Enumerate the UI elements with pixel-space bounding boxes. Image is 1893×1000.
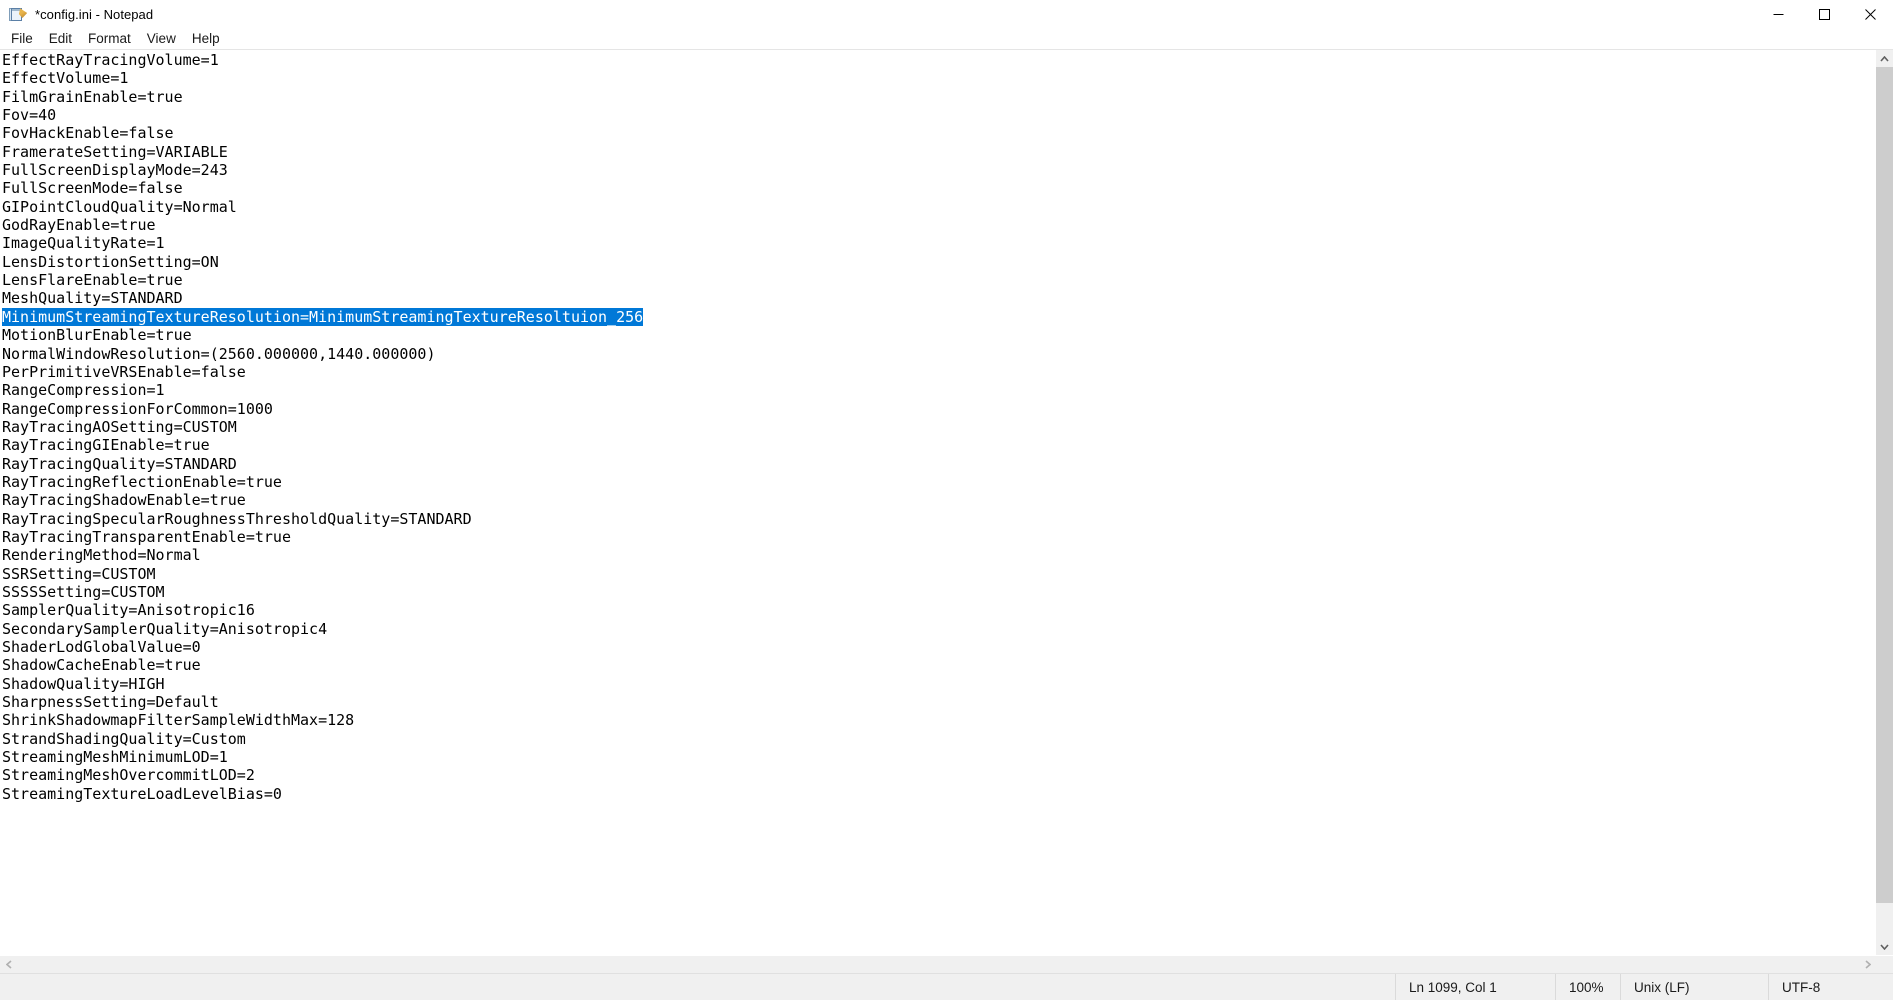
document-line[interactable]: FovHackEnable=false [2,124,1875,142]
document-line[interactable]: RayTracingReflectionEnable=true [2,473,1875,491]
document-line[interactable]: FullScreenDisplayMode=243 [2,161,1875,179]
document-line[interactable]: EffectRayTracingVolume=1 [2,51,1875,69]
minimize-button[interactable] [1755,0,1801,28]
document-line[interactable]: RangeCompression=1 [2,381,1875,399]
document-line[interactable]: MeshQuality=STANDARD [2,289,1875,307]
document-line[interactable]: GodRayEnable=true [2,216,1875,234]
document-line[interactable]: SamplerQuality=Anisotropic16 [2,601,1875,619]
vertical-scrollbar[interactable] [1875,50,1893,955]
title-bar-left: *config.ini - Notepad [0,5,153,23]
notepad-window: *config.ini - Notepad File [0,0,1893,1000]
document-line[interactable]: NormalWindowResolution=(2560.000000,1440… [2,345,1875,363]
horizontal-scrollbar[interactable] [0,955,1893,973]
scroll-right-button[interactable] [1859,956,1876,973]
chevron-left-icon [6,960,12,969]
chevron-up-icon [1880,56,1889,62]
menu-item-file[interactable]: File [3,29,41,49]
document-line[interactable]: RenderingMethod=Normal [2,546,1875,564]
chevron-down-icon [1880,944,1889,950]
document-line[interactable]: Fov=40 [2,106,1875,124]
document-line[interactable]: RayTracingAOSetting=CUSTOM [2,418,1875,436]
maximize-button[interactable] [1801,0,1847,28]
document-line[interactable]: RayTracingGIEnable=true [2,436,1875,454]
scroll-down-button[interactable] [1876,938,1893,955]
document-line[interactable]: FullScreenMode=false [2,179,1875,197]
document-line[interactable]: SecondarySamplerQuality=Anisotropic4 [2,620,1875,638]
document-line[interactable]: LensDistortionSetting=ON [2,253,1875,271]
document-line[interactable]: LensFlareEnable=true [2,271,1875,289]
title-bar: *config.ini - Notepad [0,0,1893,28]
status-cursor-position[interactable]: Ln 1099, Col 1 [1395,974,1555,1000]
menu-bar: File Edit Format View Help [0,28,1893,50]
text-editor[interactable]: EffectRayTracingVolume=1EffectVolume=1Fi… [0,50,1875,955]
document-line[interactable]: GIPointCloudQuality=Normal [2,198,1875,216]
window-controls [1755,0,1893,28]
document-line[interactable]: StreamingMeshMinimumLOD=1 [2,748,1875,766]
document-line[interactable]: ShadowCacheEnable=true [2,656,1875,674]
document-line[interactable]: SSSSSetting=CUSTOM [2,583,1875,601]
selected-text[interactable]: MinimumStreamingTextureResolution=Minimu… [2,308,643,326]
close-button[interactable] [1847,0,1893,28]
horizontal-scroll-track[interactable] [17,956,1859,973]
document-line[interactable]: StrandShadingQuality=Custom [2,730,1875,748]
document-line[interactable]: ShrinkShadowmapFilterSampleWidthMax=128 [2,711,1875,729]
document-line[interactable]: StreamingMeshOvercommitLOD=2 [2,766,1875,784]
window-title: *config.ini - Notepad [35,7,153,22]
document-line[interactable]: RayTracingTransparentEnable=true [2,528,1875,546]
minimize-icon [1773,9,1784,20]
document-lines: EffectRayTracingVolume=1EffectVolume=1Fi… [0,51,1875,803]
document-line[interactable]: ShadowQuality=HIGH [2,675,1875,693]
document-line[interactable]: MotionBlurEnable=true [2,326,1875,344]
horizontal-scroll-thumb[interactable] [17,956,1859,973]
status-encoding[interactable]: UTF-8 [1768,974,1893,1000]
document-line[interactable]: StreamingTextureLoadLevelBias=0 [2,785,1875,803]
document-line[interactable]: RayTracingQuality=STANDARD [2,455,1875,473]
document-line[interactable]: ImageQualityRate=1 [2,234,1875,252]
document-line[interactable]: MinimumStreamingTextureResolution=Minimu… [2,308,1875,326]
scrollbar-corner [1876,956,1893,973]
status-bar: Ln 1099, Col 1 100% Unix (LF) UTF-8 [0,973,1893,1000]
chevron-right-icon [1865,960,1871,969]
notepad-icon [8,5,26,23]
document-line[interactable]: FramerateSetting=VARIABLE [2,143,1875,161]
document-line[interactable]: RayTracingSpecularRoughnessThresholdQual… [2,510,1875,528]
menu-item-format[interactable]: Format [80,29,139,49]
document-line[interactable]: RangeCompressionForCommon=1000 [2,400,1875,418]
document-line[interactable]: SSRSetting=CUSTOM [2,565,1875,583]
document-line[interactable]: RayTracingShadowEnable=true [2,491,1875,509]
document-line[interactable]: FilmGrainEnable=true [2,88,1875,106]
document-line[interactable]: SharpnessSetting=Default [2,693,1875,711]
menu-item-help[interactable]: Help [184,29,228,49]
document-line[interactable]: ShaderLodGlobalValue=0 [2,638,1875,656]
vertical-scroll-track[interactable] [1876,67,1893,938]
vertical-scroll-thumb[interactable] [1876,67,1893,903]
maximize-icon [1819,9,1830,20]
close-icon [1865,9,1876,20]
menu-item-edit[interactable]: Edit [41,29,80,49]
scroll-left-button[interactable] [0,956,17,973]
status-zoom-level[interactable]: 100% [1555,974,1620,1000]
document-line[interactable]: PerPrimitiveVRSEnable=false [2,363,1875,381]
status-line-ending[interactable]: Unix (LF) [1620,974,1768,1000]
menu-item-view[interactable]: View [139,29,184,49]
editor-area: EffectRayTracingVolume=1EffectVolume=1Fi… [0,50,1893,955]
document-line[interactable]: EffectVolume=1 [2,69,1875,87]
scroll-up-button[interactable] [1876,50,1893,67]
